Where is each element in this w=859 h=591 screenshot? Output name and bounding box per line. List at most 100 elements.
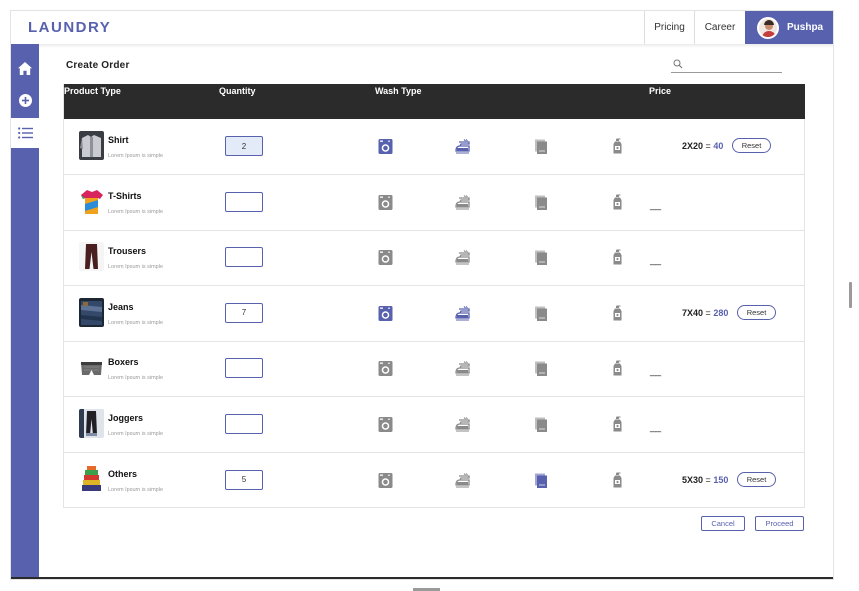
iron-icon[interactable] xyxy=(454,305,471,322)
price-calculation: 5X30 = 150 xyxy=(682,475,728,485)
window-resize-handle[interactable] xyxy=(849,282,852,308)
quantity-input[interactable] xyxy=(225,247,263,268)
washing-machine-icon[interactable] xyxy=(377,360,394,377)
equals-sign: = xyxy=(705,141,711,151)
towel-icon[interactable] xyxy=(532,138,549,155)
table-row: T-Shirts Lorem Ipsum is simple __ xyxy=(64,175,805,231)
washing-machine-icon[interactable] xyxy=(377,138,394,155)
washing-machine-icon[interactable] xyxy=(377,416,394,433)
product-name: Others xyxy=(108,468,138,479)
quantity-input[interactable] xyxy=(225,302,263,323)
towel-icon[interactable] xyxy=(532,360,549,377)
iron-icon[interactable] xyxy=(454,472,471,489)
product-image xyxy=(79,131,104,160)
table-row: Shirt Lorem Ipsum is simple 2X20 = 40 Reset xyxy=(64,119,805,175)
plus-circle-icon xyxy=(18,93,32,107)
user-menu[interactable]: Pushpa xyxy=(745,11,833,44)
search-input[interactable] xyxy=(687,58,779,71)
towel-icon[interactable] xyxy=(532,472,549,489)
header-wash-type: Wash Type xyxy=(375,86,422,96)
quantity-input[interactable] xyxy=(225,469,263,490)
header-price: Price xyxy=(649,86,672,96)
list-icon xyxy=(17,127,33,139)
price-placeholder: __ xyxy=(650,199,662,211)
sidebar-item-home[interactable] xyxy=(11,54,39,82)
product-name: Trousers xyxy=(108,246,147,257)
price-total: 40 xyxy=(713,141,724,151)
towel-icon[interactable] xyxy=(532,249,549,266)
price-calculation: 7X40 = 280 xyxy=(682,308,728,318)
product-description: Lorem Ipsum is simple xyxy=(108,153,164,159)
footer-bar xyxy=(11,577,833,579)
product-description: Lorem Ipsum is simple xyxy=(108,375,164,382)
header-quantity: Quantity xyxy=(219,86,256,96)
avatar xyxy=(757,16,779,39)
bleach-icon[interactable] xyxy=(609,138,626,155)
table-row: Jeans Lorem Ipsum is simple 7X40 = 280 Rese… xyxy=(64,286,805,342)
iron-icon[interactable] xyxy=(454,138,471,155)
app-logo: LAUNDRY xyxy=(28,19,112,36)
bleach-icon[interactable] xyxy=(609,360,626,377)
product-image xyxy=(79,186,104,216)
price-total: 150 xyxy=(713,474,729,485)
iron-icon[interactable] xyxy=(454,360,471,377)
reset-button[interactable]: Reset xyxy=(737,471,776,487)
nav-career-link[interactable]: Career xyxy=(694,11,745,44)
sidebar-item-orders[interactable] xyxy=(11,118,39,148)
page-title: Create Order xyxy=(66,60,130,71)
product-name: Jeans xyxy=(108,301,134,312)
app-window: LAUNDRY Pricing Career Pushpa Create Ord… xyxy=(10,10,834,580)
equals-sign: = xyxy=(705,307,711,318)
nav-pricing-link[interactable]: Pricing xyxy=(644,11,694,44)
bleach-icon[interactable] xyxy=(609,416,626,433)
product-image xyxy=(79,242,104,272)
price-placeholder: __ xyxy=(650,255,662,267)
washing-machine-icon[interactable] xyxy=(377,249,394,266)
price-total: 280 xyxy=(713,307,729,318)
table-header: Product Type Quantity Wash Type Price xyxy=(64,84,805,119)
bleach-icon[interactable] xyxy=(609,472,626,489)
reset-button[interactable]: Reset xyxy=(732,138,771,153)
product-name: Shirt xyxy=(108,135,129,145)
bleach-icon[interactable] xyxy=(609,194,626,211)
product-description: Lorem Ipsum is simple xyxy=(108,431,164,437)
price-formula: 2X20 xyxy=(682,141,704,151)
product-description: Lorem Ipsum is simple xyxy=(108,486,164,493)
bleach-icon[interactable] xyxy=(609,305,626,322)
equals-sign: = xyxy=(705,474,711,485)
towel-icon[interactable] xyxy=(532,305,549,322)
price-placeholder: __ xyxy=(650,422,662,433)
product-name: Joggers xyxy=(108,413,144,423)
cancel-button[interactable]: Cancel xyxy=(701,516,745,531)
bleach-icon[interactable] xyxy=(609,249,626,266)
product-image xyxy=(79,464,104,494)
washing-machine-icon[interactable] xyxy=(377,305,394,322)
table-row: Trousers Lorem Ipsum is simple __ xyxy=(64,230,805,287)
search-box[interactable] xyxy=(671,58,782,73)
price-placeholder: __ xyxy=(650,366,662,378)
quantity-input[interactable] xyxy=(225,136,263,156)
price-formula: 5X30 xyxy=(682,474,704,485)
washing-machine-icon[interactable] xyxy=(377,472,394,489)
product-description: Lorem Ipsum is simple xyxy=(108,319,164,326)
search-icon xyxy=(673,59,683,69)
reset-button[interactable]: Reset xyxy=(737,304,776,320)
quantity-input[interactable] xyxy=(225,414,263,434)
quantity-input[interactable] xyxy=(225,358,263,379)
towel-icon[interactable] xyxy=(532,416,549,433)
product-description: Lorem Ipsum is simple xyxy=(108,208,164,215)
home-icon xyxy=(18,61,32,75)
iron-icon[interactable] xyxy=(454,249,471,266)
header-product-type: Product Type xyxy=(64,86,121,96)
order-table: Product Type Quantity Wash Type Price Sh… xyxy=(63,84,805,508)
washing-machine-icon[interactable] xyxy=(377,194,394,211)
product-image xyxy=(79,409,104,438)
iron-icon[interactable] xyxy=(454,416,471,433)
iron-icon[interactable] xyxy=(454,194,471,211)
quantity-input[interactable] xyxy=(225,191,263,212)
towel-icon[interactable] xyxy=(532,194,549,211)
table-row: Joggers Lorem Ipsum is simple __ xyxy=(64,397,805,453)
product-image xyxy=(79,297,104,327)
sidebar-item-create[interactable] xyxy=(11,86,39,114)
proceed-button[interactable]: Proceed xyxy=(755,516,804,531)
